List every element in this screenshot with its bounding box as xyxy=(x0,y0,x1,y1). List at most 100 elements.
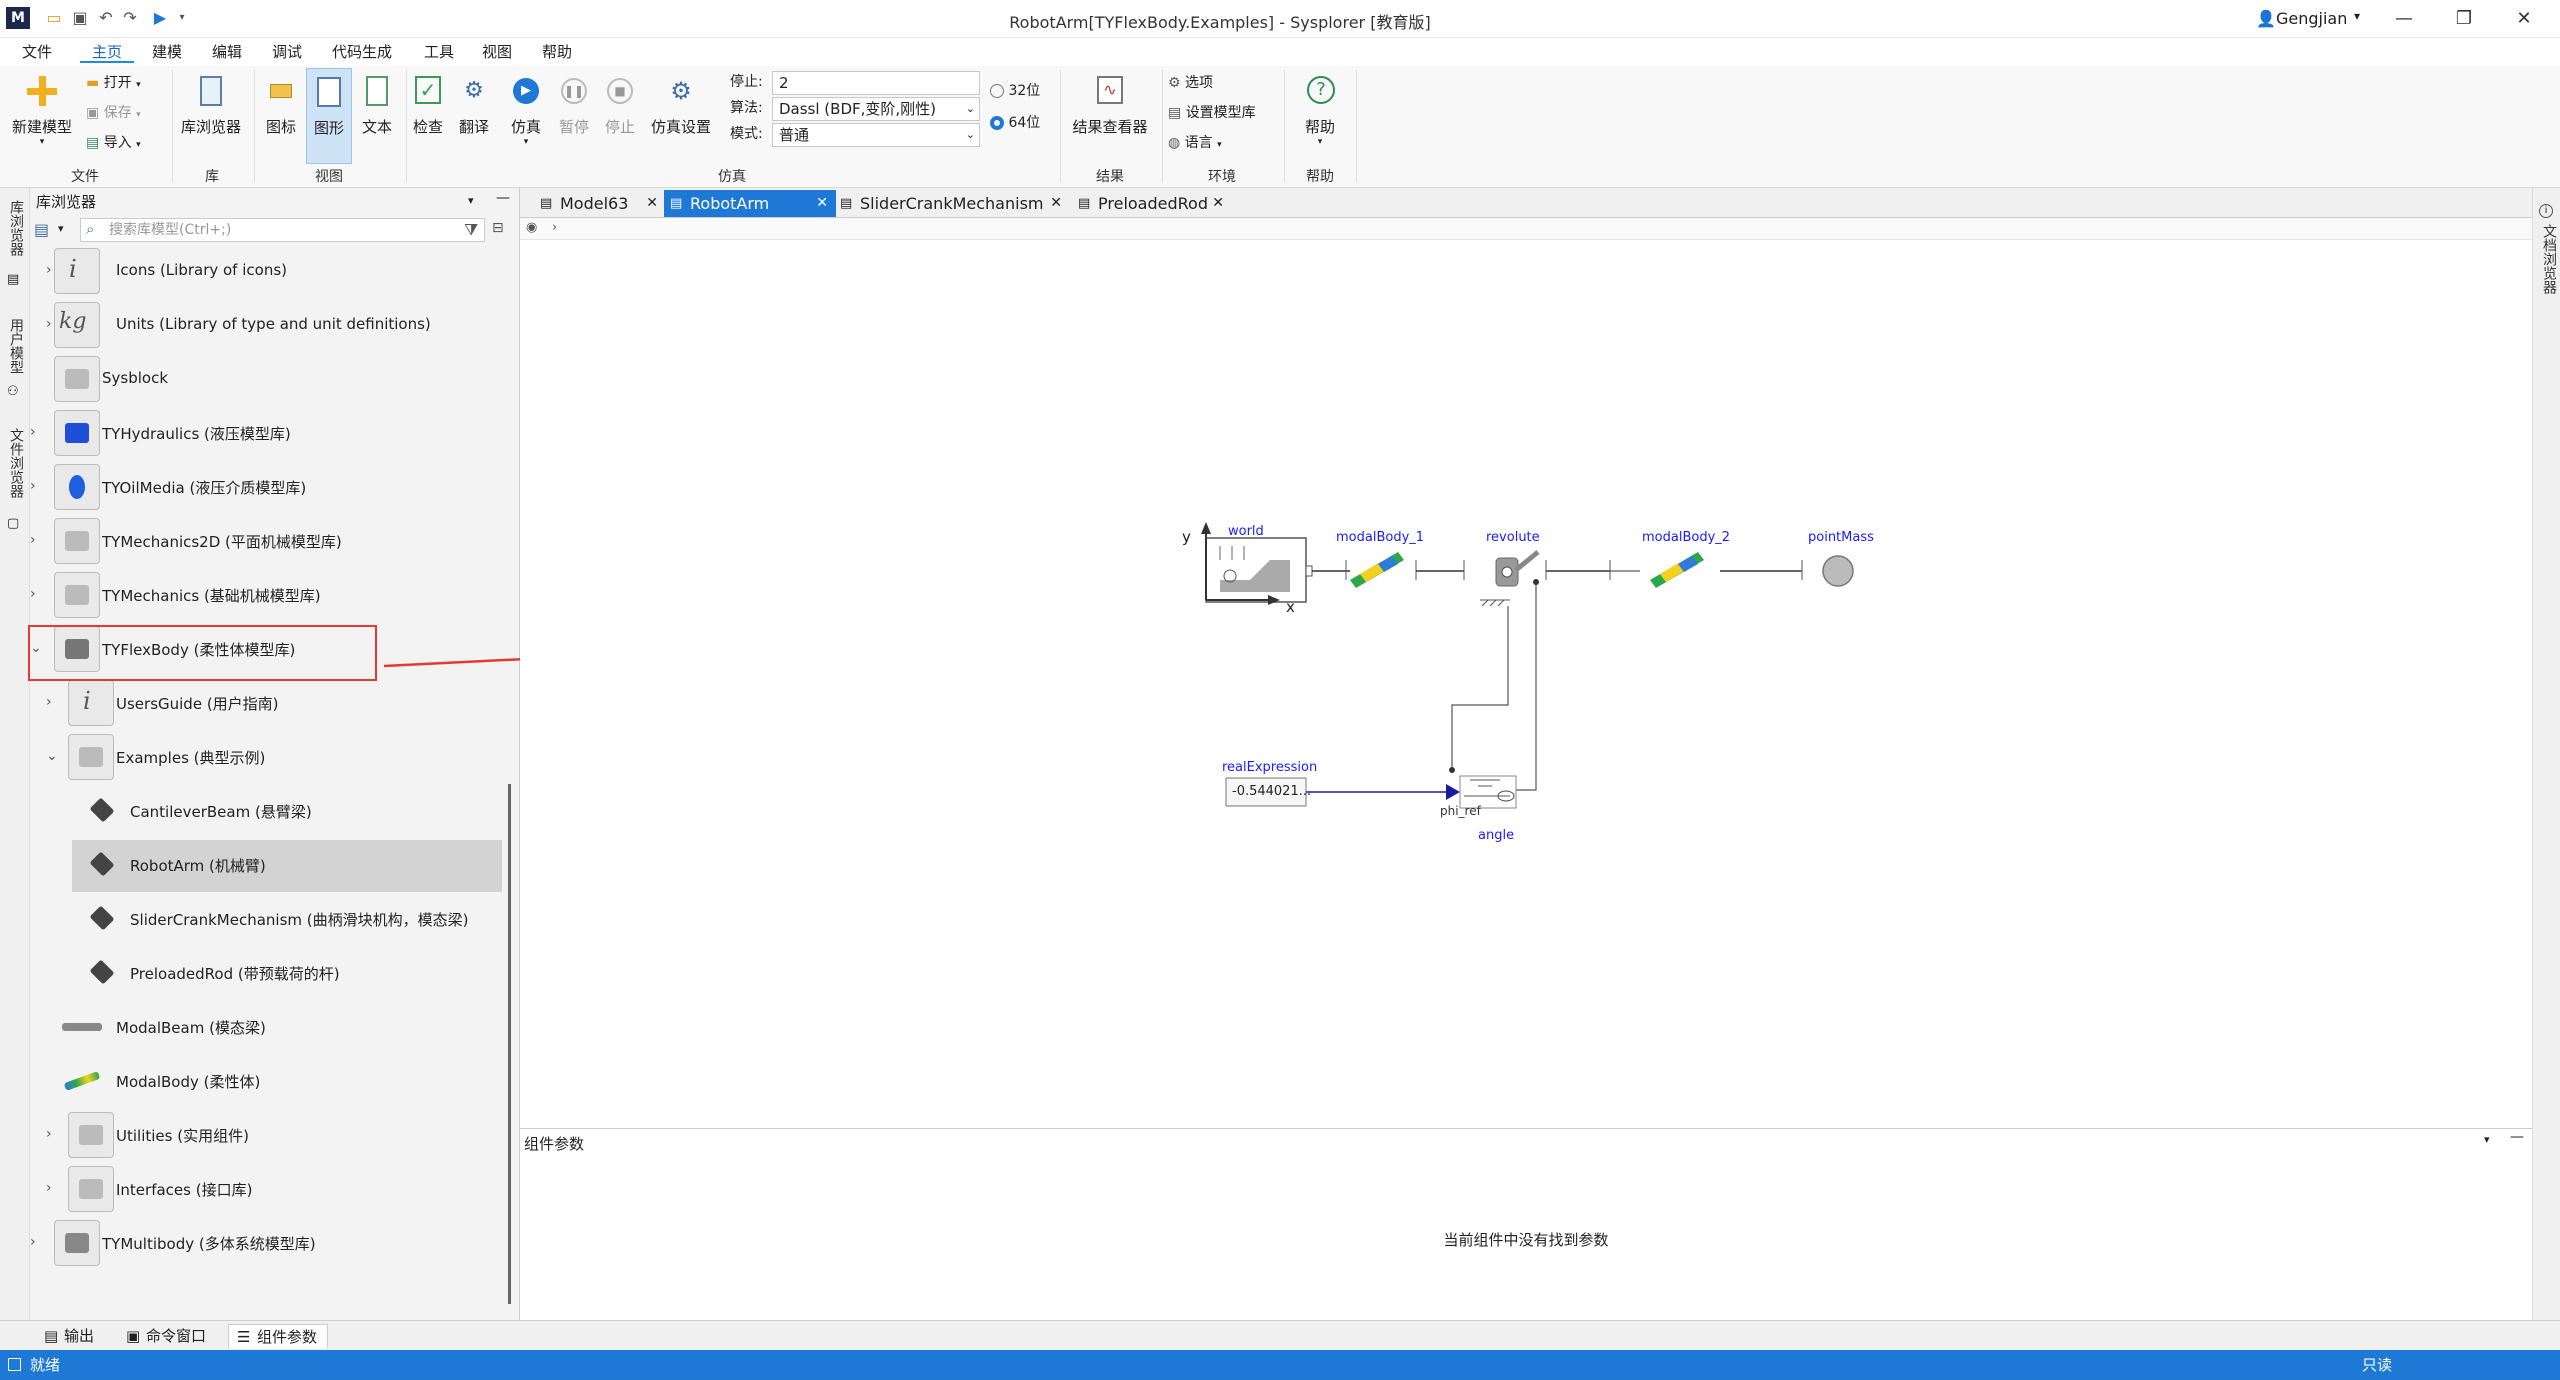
lib-browser-button[interactable]: 库浏览器 xyxy=(176,74,246,137)
undo-icon[interactable]: ↶ xyxy=(96,8,116,28)
revolute-component[interactable] xyxy=(1480,550,1610,607)
side-tab-file-browser[interactable]: 文件浏览器 xyxy=(4,428,26,498)
user-name[interactable]: Gengjian xyxy=(2276,9,2347,28)
chevron-right-icon[interactable]: › xyxy=(30,424,36,440)
close-icon[interactable]: ✕ xyxy=(1050,190,1062,217)
redo-icon[interactable]: ↷ xyxy=(120,8,140,28)
chevron-right-icon[interactable]: › xyxy=(46,694,52,710)
tab-slidercrank[interactable]: ▤ SliderCrankMechanism ✕ xyxy=(834,190,1070,217)
tree-item[interactable]: › Interfaces (接口库) xyxy=(30,1164,520,1216)
menu-debug[interactable]: 调试 xyxy=(260,41,314,63)
params-dropdown-icon[interactable]: ▾ xyxy=(2484,1133,2490,1146)
tree-item[interactable]: PreloadedRod (带预载荷的杆) xyxy=(30,948,520,1000)
tree-item[interactable]: SliderCrankMechanism (曲柄滑块机构，模态梁) xyxy=(30,894,520,946)
new-model-button[interactable]: 新建模型 ▾ xyxy=(6,74,78,147)
panel-menu-dropdown-icon[interactable]: ▾ xyxy=(468,194,474,207)
chevron-right-icon[interactable]: › xyxy=(30,478,36,494)
tab-model63[interactable]: ▤ Model63 ✕ xyxy=(534,190,666,217)
sim-settings-button[interactable]: ⚙ 仿真设置 xyxy=(646,74,716,137)
tree-item[interactable]: RobotArm (机械臂) xyxy=(72,840,502,892)
restore-icon[interactable]: ❐ xyxy=(2436,4,2492,34)
menu-edit[interactable]: 编辑 xyxy=(200,41,254,63)
menu-tools[interactable]: 工具 xyxy=(412,41,466,63)
user-dropdown-icon[interactable]: ▾ xyxy=(2354,9,2360,23)
chevron-right-icon[interactable]: › xyxy=(46,1126,52,1142)
menu-help[interactable]: 帮助 xyxy=(530,41,584,63)
view-mode-dropdown-icon[interactable]: ▾ xyxy=(58,222,64,235)
view-mode-icon[interactable]: ▤ xyxy=(34,220,49,239)
chevron-right-icon[interactable]: › xyxy=(46,262,52,278)
tree-item[interactable]: Sysblock xyxy=(30,354,520,406)
tree-item[interactable]: ModalBody (柔性体) xyxy=(30,1056,520,1108)
modalbody-1-component[interactable] xyxy=(1345,552,1465,588)
chevron-right-icon[interactable]: › xyxy=(30,586,36,602)
tab-robotarm[interactable]: ▤ RobotArm ✕ xyxy=(664,190,836,217)
chevron-down-icon[interactable]: ⌄ xyxy=(46,748,58,764)
tree-scrollbar[interactable] xyxy=(508,784,511,1304)
close-icon[interactable]: ✕ xyxy=(816,190,828,217)
quick-access-dropdown-icon[interactable]: ▾ xyxy=(172,8,192,28)
save-button[interactable]: ▣ 保存 ▾ xyxy=(86,102,166,124)
save-icon[interactable]: ▣ xyxy=(70,8,90,28)
pointmass-component[interactable] xyxy=(1822,555,1854,587)
help-button[interactable]: ? 帮助 ▾ xyxy=(1290,74,1350,147)
minimize-icon[interactable]: — xyxy=(2376,4,2432,34)
icon-view-button[interactable]: 图标 xyxy=(258,74,304,137)
options-button[interactable]: ⚙ 选项 xyxy=(1168,72,1213,94)
collapse-all-icon[interactable]: ⊟ xyxy=(492,220,504,236)
open-button[interactable]: ▬ 打开 ▾ xyxy=(86,72,166,94)
side-tab-doc-browser[interactable]: 文档浏览器 xyxy=(2537,224,2559,294)
simulate-button[interactable]: ▶ 仿真 ▾ xyxy=(504,74,548,147)
text-view-button[interactable]: 文本 xyxy=(354,74,400,137)
translate-button[interactable]: ⚙ 翻译 xyxy=(452,74,496,137)
menu-file[interactable]: 文件 xyxy=(10,41,64,63)
radio-32bit[interactable]: 32位 xyxy=(990,80,1040,102)
side-tab-user-models[interactable]: 用户模型 xyxy=(4,318,26,374)
radio-64bit[interactable]: 64位 xyxy=(990,112,1040,134)
panel-minimize-icon[interactable]: — xyxy=(496,190,510,206)
tree-item[interactable]: ⌄ Examples (典型示例) xyxy=(30,732,520,784)
diagram-view-button[interactable]: 图形 xyxy=(306,68,352,164)
menu-modeling[interactable]: 建模 xyxy=(140,41,194,63)
open-folder-icon[interactable]: ▭ xyxy=(44,8,64,28)
mode-select[interactable]: 普通 ⌄ xyxy=(772,123,980,147)
tree-item[interactable]: › TYMultibody (多体系统模型库) xyxy=(30,1218,520,1270)
tree-item[interactable]: CantileverBeam (悬臂梁) xyxy=(30,786,520,838)
close-icon[interactable]: ✕ xyxy=(2496,4,2552,34)
set-lib-button[interactable]: ▤ 设置模型库 xyxy=(1168,102,1256,124)
tree-item[interactable]: › TYHydraulics (液压模型库) xyxy=(30,408,520,460)
tab-component-params[interactable]: ☰ 组件参数 xyxy=(228,1324,329,1348)
diagram-canvas[interactable]: world y x modalBody_1 revolute modalBody… xyxy=(520,240,2532,1128)
menu-view[interactable]: 视图 xyxy=(470,41,524,63)
language-button[interactable]: ◍ 语言 ▾ xyxy=(1168,132,1222,154)
chevron-right-icon[interactable]: › xyxy=(46,316,52,332)
tree-item[interactable]: › i Icons (Library of icons) xyxy=(30,246,520,298)
tree-item[interactable]: › kg Units (Library of type and unit defin… xyxy=(30,300,520,352)
check-button[interactable]: ✓ 检查 xyxy=(408,74,448,137)
tree-item[interactable]: › TYOilMedia (液压介质模型库) xyxy=(30,462,520,514)
result-viewer-button[interactable]: ∿ 结果查看器 xyxy=(1064,74,1156,137)
close-icon[interactable]: ✕ xyxy=(1212,190,1224,217)
stop-button[interactable]: ■ 停止 xyxy=(598,74,642,137)
pause-button[interactable]: ❚❚ 暂停 xyxy=(552,74,596,137)
close-icon[interactable]: ✕ xyxy=(646,190,658,217)
tree-item[interactable]: › TYMechanics2D (平面机械模型库) xyxy=(30,516,520,568)
library-search-input[interactable]: 搜索库模型(Ctrl+;) xyxy=(80,218,485,242)
help-dropdown-icon[interactable]: ▾ xyxy=(1290,137,1350,147)
modalbody-2-component[interactable] xyxy=(1609,552,1803,588)
home-icon[interactable]: ◉ xyxy=(526,220,537,235)
chevron-right-icon[interactable]: › xyxy=(30,532,36,548)
side-tab-lib-browser[interactable]: 库浏览器 xyxy=(4,200,26,256)
tab-preloadedrod[interactable]: ▤ PreloadedRod ✕ xyxy=(1072,190,1232,217)
stop-time-input[interactable]: 2 xyxy=(772,71,980,95)
tab-command-window[interactable]: ▣ 命令窗口 xyxy=(118,1324,216,1348)
algorithm-select[interactable]: Dassl (BDF,变阶,刚性) ⌄ xyxy=(772,97,980,121)
simulate-dropdown-icon[interactable]: ▾ xyxy=(504,137,548,147)
chevron-right-icon[interactable]: › xyxy=(552,220,557,235)
import-button[interactable]: ▤ 导入 ▾ xyxy=(86,132,166,154)
tree-item[interactable]: › Utilities (实用组件) xyxy=(30,1110,520,1162)
filter-icon[interactable]: ⧩ xyxy=(464,220,478,240)
params-minimize-icon[interactable]: — xyxy=(2510,1129,2524,1145)
tree-item[interactable]: › i UsersGuide (用户指南) xyxy=(30,678,520,730)
chevron-right-icon[interactable]: › xyxy=(46,1180,52,1196)
